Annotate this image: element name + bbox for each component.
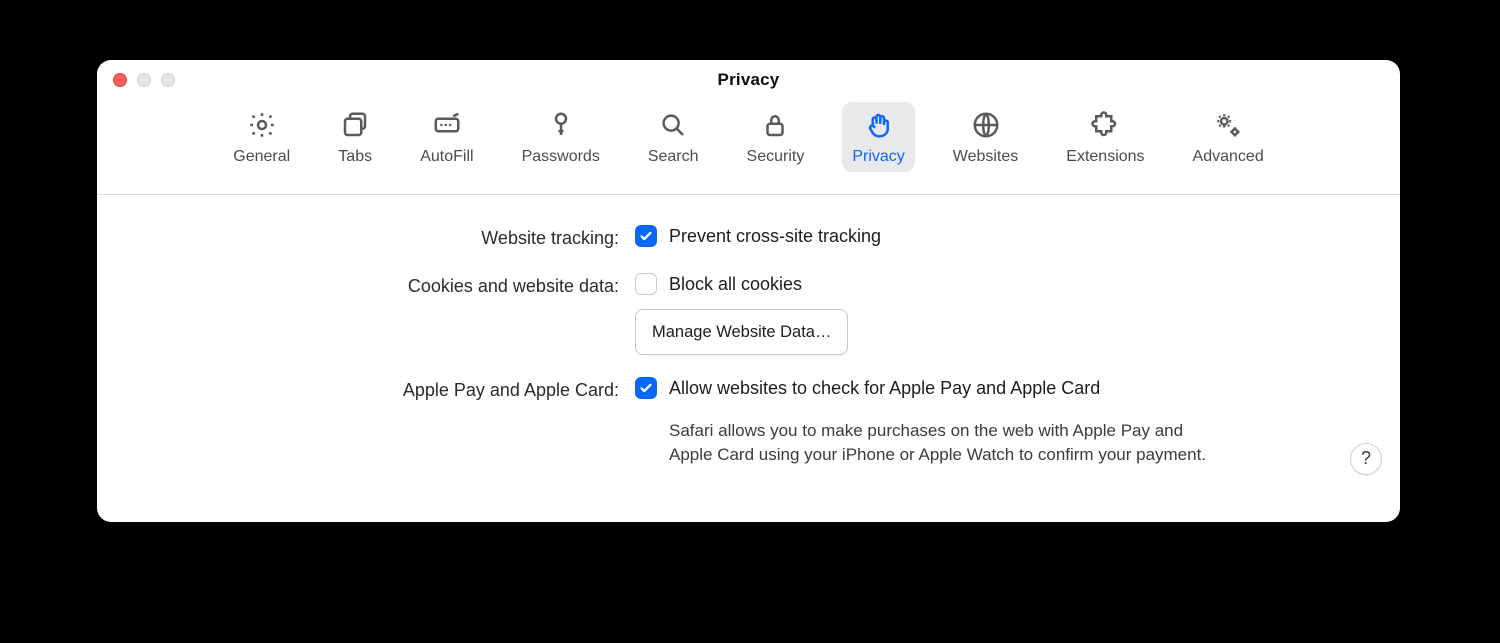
tab-search[interactable]: Search xyxy=(638,102,709,172)
hand-icon xyxy=(862,108,896,142)
search-icon xyxy=(656,108,690,142)
globe-icon xyxy=(969,108,1003,142)
tab-label: Privacy xyxy=(852,148,904,166)
gear-icon xyxy=(245,108,279,142)
website-tracking-label: Website tracking: xyxy=(127,225,619,251)
autofill-icon xyxy=(430,108,464,142)
tab-label: Websites xyxy=(953,148,1019,166)
tab-label: AutoFill xyxy=(420,148,473,166)
cookies-row: Cookies and website data: Block all cook… xyxy=(127,273,1370,355)
lock-icon xyxy=(758,108,792,142)
apple-pay-label: Apple Pay and Apple Card: xyxy=(127,377,619,403)
tab-label: General xyxy=(233,148,290,166)
tab-general[interactable]: General xyxy=(223,102,300,172)
tab-tabs[interactable]: Tabs xyxy=(328,102,382,172)
apple-pay-description: Safari allows you to make purchases on t… xyxy=(669,419,1229,467)
tab-advanced[interactable]: Advanced xyxy=(1183,102,1274,172)
allow-apple-pay-checkbox[interactable] xyxy=(635,377,657,399)
window-controls xyxy=(113,73,175,87)
prevent-cross-site-tracking-checkbox[interactable] xyxy=(635,225,657,247)
titlebar: Privacy xyxy=(97,60,1400,100)
tab-extensions[interactable]: Extensions xyxy=(1056,102,1154,172)
window-zoom-button[interactable] xyxy=(161,73,175,87)
option-text: Prevent cross-site tracking xyxy=(669,226,881,247)
tab-security[interactable]: Security xyxy=(737,102,815,172)
block-all-cookies-option[interactable]: Block all cookies xyxy=(635,273,1370,295)
preferences-window: Privacy General Tabs AutoFill xyxy=(97,60,1400,522)
tab-passwords[interactable]: Passwords xyxy=(512,102,610,172)
tab-label: Search xyxy=(648,148,699,166)
gears-icon xyxy=(1211,108,1245,142)
allow-apple-pay-check-option[interactable]: Allow websites to check for Apple Pay an… xyxy=(635,377,1370,399)
tab-label: Advanced xyxy=(1193,148,1264,166)
preferences-toolbar: General Tabs AutoFill Passwords xyxy=(97,100,1400,195)
prevent-cross-site-tracking-option[interactable]: Prevent cross-site tracking xyxy=(635,225,1370,247)
window-minimize-button[interactable] xyxy=(137,73,151,87)
window-close-button[interactable] xyxy=(113,73,127,87)
manage-website-data-button[interactable]: Manage Website Data… xyxy=(635,309,848,355)
tab-autofill[interactable]: AutoFill xyxy=(410,102,483,172)
help-button[interactable]: ? xyxy=(1350,443,1382,475)
website-tracking-row: Website tracking: Prevent cross-site tra… xyxy=(127,225,1370,251)
cookies-label: Cookies and website data: xyxy=(127,273,619,299)
block-all-cookies-checkbox[interactable] xyxy=(635,273,657,295)
key-icon xyxy=(544,108,578,142)
privacy-panel: Website tracking: Prevent cross-site tra… xyxy=(97,195,1400,489)
tab-label: Extensions xyxy=(1066,148,1144,166)
option-text: Allow websites to check for Apple Pay an… xyxy=(669,378,1100,399)
puzzle-icon xyxy=(1088,108,1122,142)
tab-label: Security xyxy=(747,148,805,166)
tabs-icon xyxy=(338,108,372,142)
tab-privacy[interactable]: Privacy xyxy=(842,102,914,172)
window-title: Privacy xyxy=(718,70,780,90)
tab-label: Tabs xyxy=(338,148,372,166)
apple-pay-row: Apple Pay and Apple Card: Allow websites… xyxy=(127,377,1370,467)
tab-websites[interactable]: Websites xyxy=(943,102,1029,172)
option-text: Block all cookies xyxy=(669,274,802,295)
tab-label: Passwords xyxy=(522,148,600,166)
